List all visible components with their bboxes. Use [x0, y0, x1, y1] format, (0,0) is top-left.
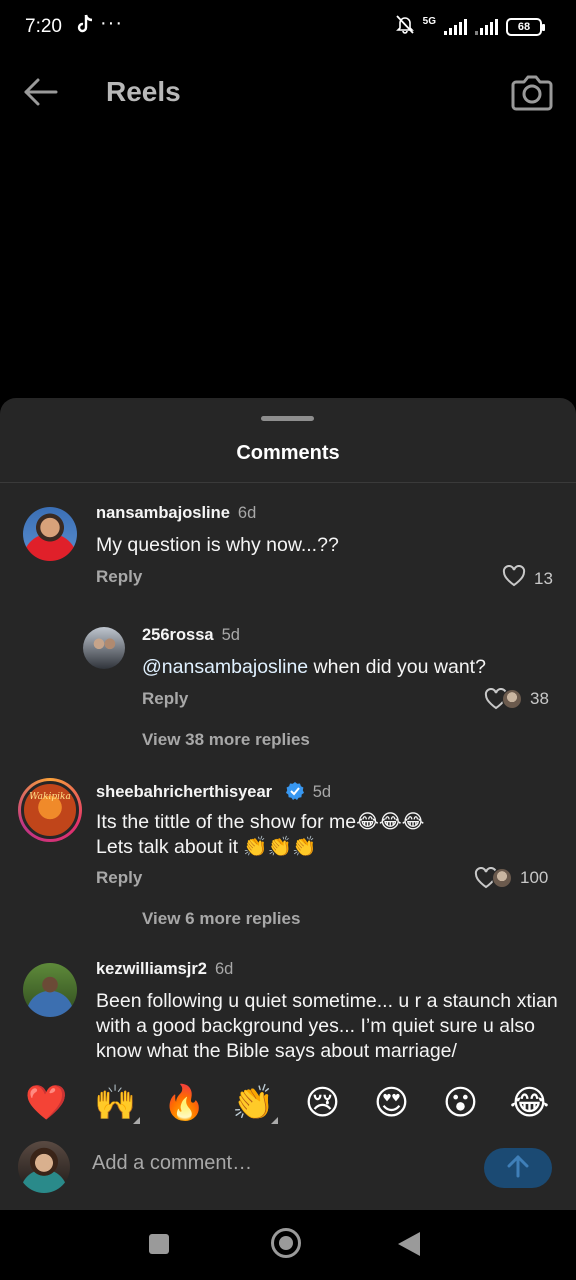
avatar-label: Wakipika: [29, 792, 71, 802]
comment-username[interactable]: sheebahricherthisyear 5d: [96, 781, 331, 802]
liker-avatar: [492, 868, 512, 888]
comment-input[interactable]: [92, 1152, 472, 1175]
home-button[interactable]: [271, 1228, 301, 1258]
comment-time: 6d: [237, 504, 257, 522]
comment-line: Lets talk about it 👏👏👏: [96, 836, 317, 858]
reply-button[interactable]: Reply: [96, 868, 142, 888]
comment-time: 5d: [312, 783, 332, 801]
avatar[interactable]: Wakipika: [18, 778, 82, 842]
emoji-laughing[interactable]: 😂: [506, 1080, 554, 1126]
username-text[interactable]: kezwilliamsjr2: [96, 960, 207, 978]
bell-muted-icon: [395, 14, 415, 39]
username-text[interactable]: 256rossa: [142, 626, 214, 644]
emoji-clap[interactable]: 👏: [230, 1080, 278, 1126]
status-more-dots: ···: [100, 12, 123, 34]
current-user-avatar: [18, 1141, 70, 1193]
system-nav-bar: [0, 1210, 576, 1280]
tiktok-icon: [76, 14, 94, 40]
comment-username[interactable]: nansambajosline 6d: [96, 504, 256, 523]
emoji-raised-hands[interactable]: 🙌: [92, 1080, 140, 1126]
status-icons: 5G 68: [395, 14, 545, 39]
comment-text: Been following u quiet sometime... u r a…: [96, 990, 558, 1062]
comment-username[interactable]: kezwilliamsjr2 6d: [96, 960, 233, 979]
arrow-up-icon: [507, 1154, 529, 1183]
emoji-heart[interactable]: ❤️: [23, 1080, 71, 1126]
camera-icon[interactable]: [510, 72, 554, 112]
verified-badge-icon: [285, 781, 305, 801]
signal-icon: [444, 18, 467, 35]
liker-avatar: [502, 689, 522, 709]
page-title: Reels: [106, 76, 181, 107]
emoji-crying[interactable]: 😢: [299, 1080, 347, 1126]
comment-line: Its the tittle of the show for me😂😂😂: [96, 811, 425, 833]
view-more-replies[interactable]: View 6 more replies: [142, 909, 300, 929]
back-arrow-icon[interactable]: [22, 76, 60, 108]
divider: [0, 482, 576, 483]
back-button[interactable]: [398, 1232, 420, 1256]
comment-body: when did you want?: [308, 656, 486, 678]
recents-button[interactable]: [149, 1234, 169, 1254]
mention-link[interactable]: @nansambajosline: [142, 656, 308, 678]
heart-icon[interactable]: [502, 564, 526, 592]
avatar[interactable]: [83, 627, 125, 669]
like-count: 100: [520, 868, 549, 887]
reply-button[interactable]: Reply: [142, 689, 188, 709]
battery-icon: 68: [506, 17, 545, 36]
send-button[interactable]: [484, 1148, 552, 1188]
emoji-heart-eyes[interactable]: 😍: [368, 1080, 416, 1126]
reply-button[interactable]: Reply: [96, 567, 142, 587]
comment-text: Its the tittle of the show for me😂😂😂 Let…: [96, 810, 424, 860]
network-type: 5G: [422, 16, 436, 27]
emoji-quick-bar: ❤️ 🙌 🔥 👏 😢 😍 😮 😂: [0, 1080, 576, 1126]
like-count: 13: [534, 568, 553, 588]
sheet-drag-handle[interactable]: [261, 416, 314, 421]
status-bar: 7:20 ··· 5G 68: [0, 0, 576, 56]
like-group[interactable]: 38: [484, 688, 549, 710]
app-header: Reels: [0, 56, 576, 128]
view-more-replies[interactable]: View 38 more replies: [142, 730, 310, 750]
like-group[interactable]: 13: [502, 564, 553, 592]
avatar[interactable]: [23, 507, 77, 561]
like-group[interactable]: 100: [474, 867, 548, 889]
emoji-fire[interactable]: 🔥: [161, 1080, 209, 1126]
sheet-title: Comments: [236, 442, 340, 464]
comment-username[interactable]: 256rossa 5d: [142, 626, 240, 645]
heart-icon[interactable]: [474, 867, 512, 889]
avatar[interactable]: [23, 963, 77, 1017]
emoji-surprised[interactable]: 😮: [437, 1080, 485, 1126]
username-text[interactable]: nansambajosline: [96, 504, 230, 522]
avatar-image: Wakipika: [21, 781, 79, 839]
comment-text: @nansambajosline when did you want?: [142, 655, 486, 680]
comment-text: My question is why now...??: [96, 534, 339, 556]
signal-icon-2: [475, 18, 498, 35]
comment-time: 6d: [214, 960, 234, 978]
heart-icon[interactable]: [484, 688, 522, 710]
battery-level: 68: [517, 20, 531, 33]
like-count: 38: [530, 689, 549, 708]
comment-time: 5d: [221, 626, 240, 644]
status-time: 7:20: [25, 16, 62, 37]
username-text[interactable]: sheebahricherthisyear: [96, 783, 272, 801]
